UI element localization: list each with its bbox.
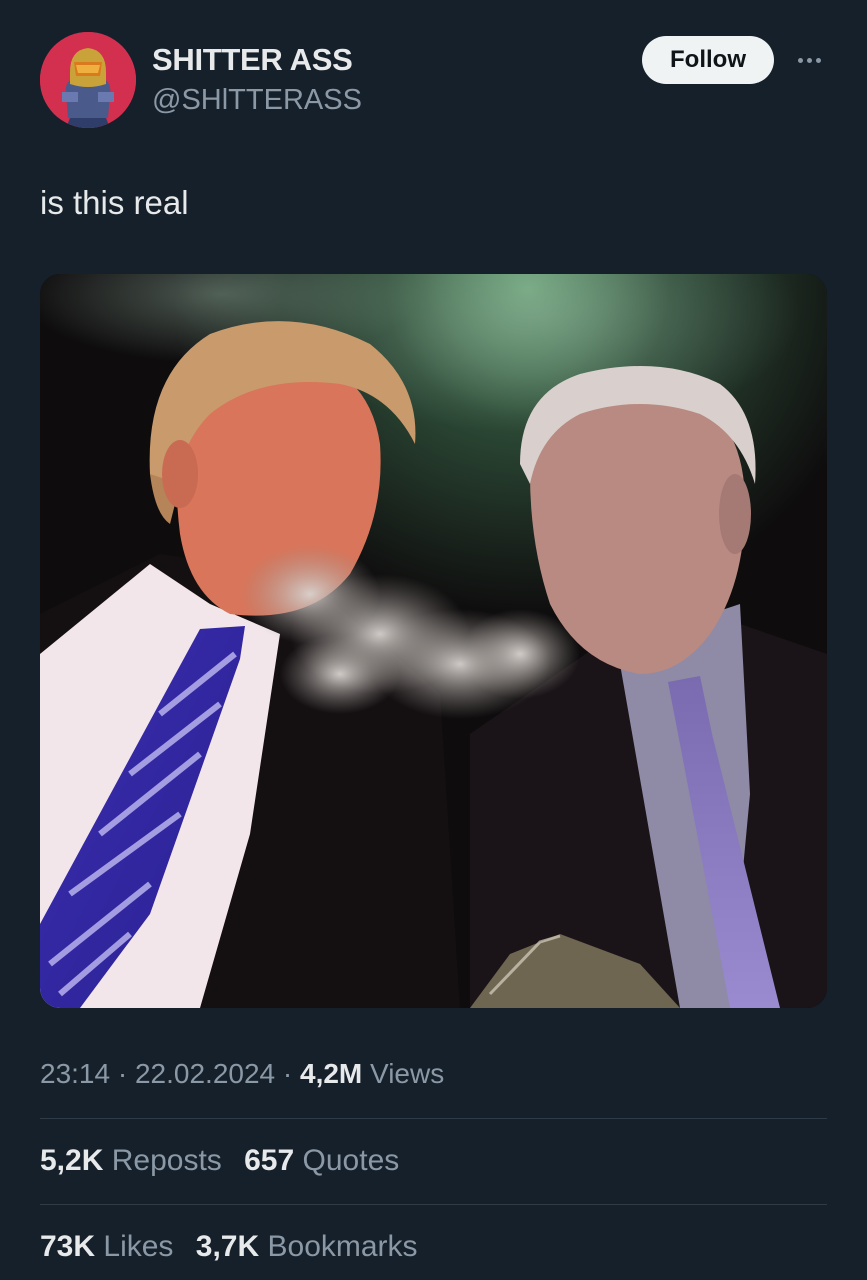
likes-label: Likes (103, 1230, 174, 1263)
bookmarks-label: Bookmarks (267, 1230, 418, 1263)
author-handle[interactable]: @SHlTTERASS (152, 84, 362, 117)
views-count: 4,2M (300, 1058, 363, 1089)
reposts-stat[interactable]: 5,2K Reposts (40, 1144, 222, 1178)
tweet-date[interactable]: 22.02.2024 (135, 1058, 275, 1089)
author-name[interactable]: SHITTER ASS (152, 42, 353, 78)
stats-row-1: 5,2K Reposts 657 Quotes (40, 1144, 413, 1178)
follow-button[interactable]: Follow (642, 36, 774, 84)
meta-separator: · (282, 1058, 300, 1089)
likes-stat[interactable]: 73K Likes (40, 1230, 173, 1264)
views-label: Views (370, 1058, 445, 1089)
tweet-photo[interactable] (40, 274, 827, 1008)
more-dots-icon[interactable] (792, 50, 826, 70)
bookmarks-stat[interactable]: 3,7K Bookmarks (196, 1230, 418, 1264)
avatar[interactable] (40, 32, 136, 128)
divider (40, 1118, 827, 1119)
reposts-label: Reposts (111, 1144, 222, 1177)
meta-separator: · (117, 1058, 135, 1089)
tweet-meta: 23:14 · 22.02.2024 · 4,2M Views (40, 1058, 444, 1090)
stats-row-2: 73K Likes 3,7K Bookmarks (40, 1230, 432, 1264)
quotes-count: 657 (244, 1144, 295, 1177)
likes-count: 73K (40, 1230, 96, 1263)
tweet-time[interactable]: 23:14 (40, 1058, 110, 1089)
reposts-count: 5,2K (40, 1144, 104, 1177)
divider (40, 1204, 827, 1205)
quotes-label: Quotes (302, 1144, 400, 1177)
tweet-text: is this real (40, 184, 189, 221)
bookmarks-count: 3,7K (195, 1230, 260, 1263)
quotes-stat[interactable]: 657 Quotes (244, 1144, 399, 1178)
tweet-detail: SHITTER ASS @SHlTTERASS Follow is this r… (0, 0, 867, 1280)
